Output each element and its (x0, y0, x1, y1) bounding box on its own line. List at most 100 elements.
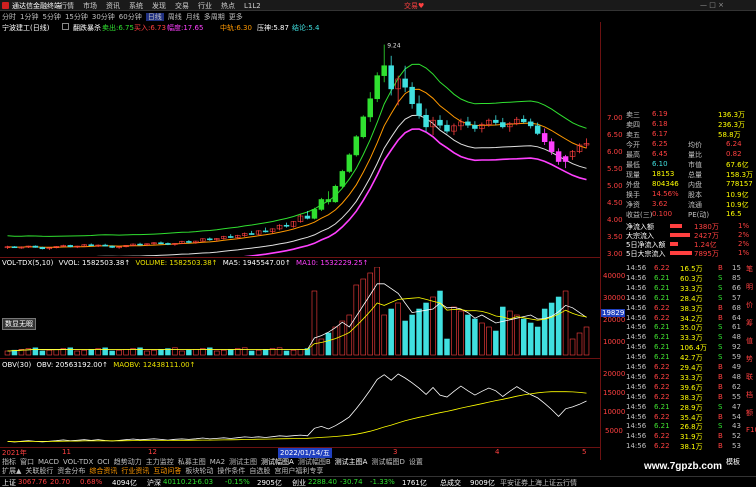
index-label-0[interactable]: 上证 (2, 478, 16, 487)
side-tab-8[interactable]: 额 (746, 408, 753, 418)
tick-row: 14:56 6.22 38.3万 B 68 (626, 304, 756, 313)
menu-item-6[interactable]: 行业 (198, 2, 212, 10)
indicator-tab-2[interactable]: MACD (38, 458, 59, 466)
indicator-tab-9[interactable]: 测试主图 (229, 458, 257, 466)
ext-tab-3[interactable]: 综合资讯 (89, 467, 117, 475)
period-1[interactable]: 1分钟 (20, 13, 38, 21)
side-tab-9[interactable]: F10 (746, 426, 756, 434)
index-label-2[interactable]: 创业 (292, 478, 306, 487)
band-mid-line (7, 88, 587, 248)
index-label-1[interactable]: 沪深 (147, 478, 161, 487)
side-tab-2[interactable]: 价 (746, 300, 753, 310)
period-9[interactable]: 多周期 (204, 13, 225, 21)
period-4[interactable]: 30分钟 (92, 13, 115, 21)
ext-tab-6[interactable]: 板块轮动 (185, 467, 213, 475)
ext-tab-0[interactable]: 扩展▲ (2, 467, 21, 475)
ext-tab-1[interactable]: 关联股行 (25, 467, 53, 475)
total-value: 9009亿 (470, 479, 495, 487)
side-tab-3[interactable]: 筹 (746, 318, 753, 328)
candle-body (555, 151, 562, 162)
menu-item-5[interactable]: 交易 (175, 2, 189, 10)
volume-bar (88, 349, 94, 356)
tick-row: 14:56 6.22 16.5万 B 15 (626, 264, 756, 273)
side-tab-4[interactable]: 值 (746, 336, 753, 346)
period-6[interactable]: 日线 (145, 13, 164, 21)
promo-tab[interactable]: 宫用户福利专享 (274, 467, 323, 475)
indicator-tab-14[interactable]: 设置 (409, 458, 423, 466)
indicator-tab-10[interactable]: 测试幅图A (261, 458, 294, 466)
period-3[interactable]: 15分钟 (65, 13, 88, 21)
minus-icon[interactable] (62, 23, 69, 30)
menu-item-0[interactable]: 行情 (60, 2, 74, 10)
indicator-tab-1[interactable]: 窗口 (20, 458, 34, 466)
tick-count: 48 (732, 333, 741, 342)
template-tab[interactable]: 模板 (726, 457, 740, 467)
indicator-tab-4[interactable]: OCI (97, 458, 109, 466)
side-tab-1[interactable]: 明 (746, 282, 753, 292)
menu-item-4[interactable]: 发现 (152, 2, 166, 10)
price-chart[interactable]: 9.24 (0, 32, 600, 256)
side-tab-0[interactable]: 笔 (746, 264, 753, 274)
ext-tab-4[interactable]: 行业资讯 (121, 467, 149, 475)
tick-volume: 33.3万 (680, 373, 703, 382)
obv-axis-20000: 20000 (603, 370, 626, 378)
menu-item-7[interactable]: 热点 (221, 2, 235, 10)
indicator-tab-8[interactable]: MA2 (210, 458, 225, 466)
tick-count: 57 (732, 293, 741, 302)
volume-bar (158, 349, 164, 356)
menu-item-3[interactable]: 系统 (129, 2, 143, 10)
tick-volume: 42.7万 (680, 354, 703, 363)
ext-tab-8[interactable]: 自选股 (249, 467, 270, 475)
volume-bar (472, 318, 478, 356)
indicator-tab-5[interactable]: 趋势动力 (114, 458, 142, 466)
ext-tab-7[interactable]: 操作条件 (217, 467, 245, 475)
ext-tab-5[interactable]: 互动问答 (153, 467, 181, 475)
tick-volume: 38.3万 (680, 304, 703, 313)
volume-bar (193, 349, 199, 356)
side-tab-7[interactable]: 档 (746, 390, 753, 400)
volume-bar (409, 314, 415, 356)
tick-price: 6.22 (654, 412, 670, 421)
indicator-tab-6[interactable]: 主力监控 (146, 458, 174, 466)
tick-side: B (718, 442, 723, 451)
side-tab-5[interactable]: 势 (746, 354, 753, 364)
quote-price: 6.25 (652, 140, 668, 148)
menu-item-1[interactable]: 市场 (83, 2, 97, 10)
tick-price: 6.21 (654, 323, 670, 332)
vol-ma5-line (7, 283, 587, 352)
quote-price: 6.10 (652, 160, 668, 168)
indicator-tab-11[interactable]: 测试幅图B (298, 458, 331, 466)
quote-label: 卖四 (626, 121, 640, 129)
tick-price: 6.21 (654, 283, 670, 292)
indicator-tab-13[interactable]: 测试幅图D (371, 458, 404, 466)
period-5[interactable]: 60分钟 (119, 13, 142, 21)
period-10[interactable]: 更多 (229, 13, 243, 21)
tick-time: 14:56 (626, 402, 647, 411)
menu-item-2[interactable]: 资讯 (106, 2, 120, 10)
tick-time: 14:56 (626, 422, 647, 431)
indicator-tab-7[interactable]: 私募主图 (178, 458, 206, 466)
tick-side: S (718, 353, 723, 362)
candle-body (562, 156, 569, 162)
volume-bar (381, 314, 387, 356)
menu-item-8[interactable]: L1L2 (244, 2, 261, 10)
trade-link[interactable]: 交易♥ (404, 1, 424, 11)
volume-bar (241, 347, 248, 356)
period-8[interactable]: 月线 (186, 13, 200, 21)
period-0[interactable]: 分时 (2, 13, 16, 21)
extension-tabs: 扩展▲ 关联股行 资金分布 综合资讯 行业资讯 互动问答 板块轮动 操作条件 自选股 宫用户福利专… (2, 466, 602, 475)
ext-tab-2[interactable]: 资金分布 (57, 467, 85, 475)
tick-count: 92 (732, 343, 741, 352)
tick-volume: 33.3万 (680, 284, 703, 293)
tick-price: 6.22 (654, 313, 670, 322)
quote-label: 最高 (626, 151, 640, 159)
tick-count: 54 (732, 412, 741, 421)
period-2[interactable]: 5分钟 (42, 13, 60, 21)
indicator-tab-3[interactable]: VOL-TDX (63, 458, 93, 466)
tick-row: 14:56 6.21 42.7万 S 59 (626, 353, 756, 362)
period-7[interactable]: 周线 (168, 13, 182, 21)
indicator-tab-0[interactable]: 指标 (2, 458, 16, 466)
indicator-tab-12[interactable]: 测试主图A (335, 458, 368, 466)
tick-list[interactable]: 14:56 6.22 16.5万 B 15 14:56 6.21 60.3万 S 85 14:56 6… (626, 264, 744, 454)
side-tab-6[interactable]: 联 (746, 372, 753, 382)
